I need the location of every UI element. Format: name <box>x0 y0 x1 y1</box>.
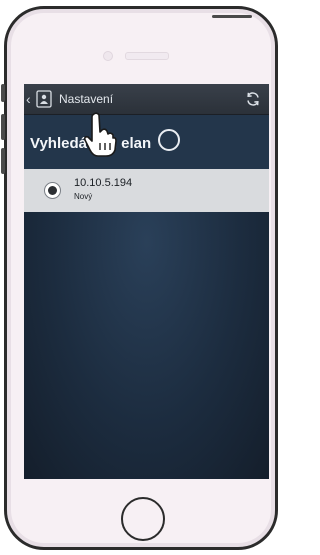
loading-spinner-icon <box>158 129 180 151</box>
refresh-icon[interactable] <box>245 91 261 107</box>
chevron-left-icon[interactable]: ‹ <box>26 84 34 114</box>
device-list-item[interactable]: 10.10.5.194 Nový <box>24 169 269 212</box>
home-button-icon[interactable] <box>121 497 165 541</box>
page-title: Nastavení <box>59 92 114 106</box>
volume-down-button <box>1 148 5 174</box>
device-status: Nový <box>74 192 93 201</box>
power-button <box>212 15 252 18</box>
mute-switch <box>1 84 5 102</box>
action-bar: ‹ Nastavení <box>24 84 269 115</box>
app-screen: ‹ Nastavení Vyhledávám elan 10.10.5.194 <box>24 84 269 479</box>
radio-selected-dot <box>48 186 57 195</box>
earpiece-speaker <box>125 52 169 60</box>
device-radio-button[interactable] <box>44 182 61 199</box>
front-camera <box>103 51 113 61</box>
volume-up-button <box>1 114 5 140</box>
device-address: 10.10.5.194 <box>74 177 133 189</box>
hand-pointer-icon <box>84 112 117 157</box>
elan-device-icon[interactable] <box>35 89 53 109</box>
search-status-section: Vyhledávám elan <box>24 115 269 169</box>
